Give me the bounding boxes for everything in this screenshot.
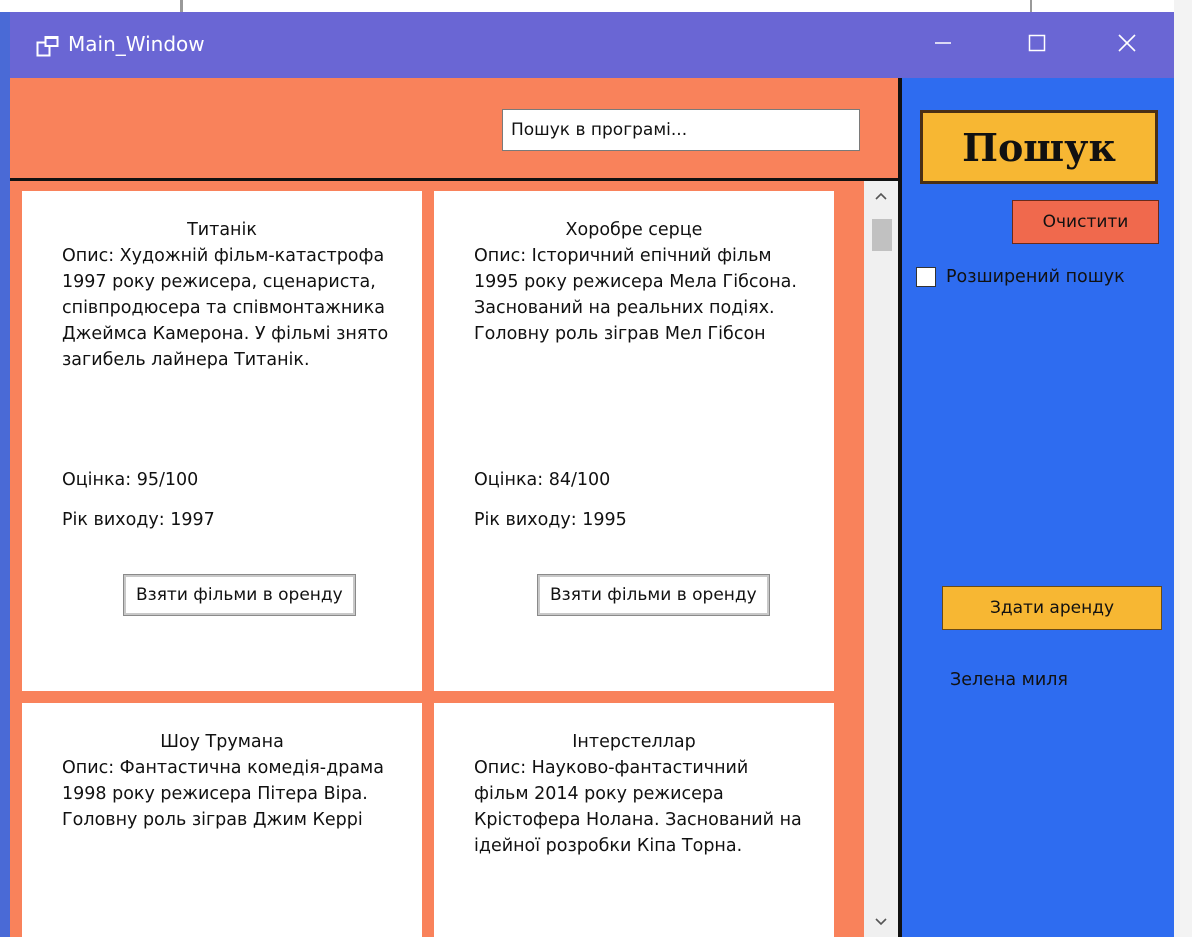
title-bar[interactable]: Main_Window	[10, 12, 1174, 78]
film-rating: Оцінка: 95/100	[62, 470, 199, 490]
film-title: Інтерстеллар	[572, 732, 696, 752]
minimize-icon	[933, 33, 953, 57]
background-divider	[180, 0, 183, 12]
window-restore-icon	[36, 34, 60, 58]
scroll-down-button[interactable]	[864, 907, 898, 935]
main-window: Main_Window Пошук в програмі... Титанік …	[10, 12, 1174, 937]
film-card-braveheart: Хоробре серце Опис: Історичний епічний ф…	[434, 191, 834, 691]
search-input[interactable]	[502, 109, 860, 151]
control-panel: Пошук Очистити Розширений пошук Здати ар…	[902, 78, 1174, 937]
close-icon	[1116, 32, 1138, 58]
film-description: Опис: Науково-фантастичний фільм 2014 ро…	[474, 758, 802, 856]
film-description: Опис: Художній фільм-катастрофа 1997 рок…	[62, 246, 389, 370]
background-window-edge	[1174, 0, 1192, 937]
advanced-search-row[interactable]: Розширений пошук	[916, 264, 1125, 290]
minimize-button[interactable]	[896, 12, 990, 78]
film-card-truman-show: Шоу Трумана Опис: Фантастична комедія-др…	[22, 703, 422, 937]
advanced-search-label: Розширений пошук	[946, 267, 1125, 287]
film-card-interstellar: Інтерстеллар Опис: Науково-фантастичний …	[434, 703, 834, 937]
maximize-button[interactable]	[990, 12, 1084, 78]
screen: Main_Window Пошук в програмі... Титанік …	[0, 0, 1192, 937]
background-window-edge	[0, 12, 10, 937]
film-list-scrollbar[interactable]	[864, 181, 898, 937]
film-year: Рік виходу: 1995	[474, 510, 627, 530]
film-description: Опис: Історичний епічний фільм 1995 року…	[474, 246, 797, 344]
window-title: Main_Window	[68, 32, 205, 56]
film-title: Титанік	[187, 220, 257, 240]
chevron-down-icon	[874, 912, 888, 931]
maximize-icon	[1027, 33, 1047, 57]
film-list[interactable]: Титанік Опис: Художній фільм-катастрофа …	[10, 181, 864, 937]
films-panel: Титанік Опис: Художній фільм-катастрофа …	[10, 78, 898, 937]
film-rating: Оцінка: 84/100	[474, 470, 611, 490]
clear-button[interactable]: Очистити	[1012, 200, 1159, 244]
scroll-up-button[interactable]	[864, 181, 898, 209]
background-divider	[1030, 0, 1032, 12]
film-card-titanic: Титанік Опис: Художній фільм-катастрофа …	[22, 191, 422, 691]
return-rental-button[interactable]: Здати аренду	[942, 586, 1162, 630]
scroll-thumb[interactable]	[872, 219, 892, 251]
film-title: Шоу Трумана	[160, 732, 284, 752]
advanced-search-checkbox[interactable]	[916, 267, 936, 287]
film-title: Хоробре серце	[565, 220, 703, 240]
search-header	[10, 78, 898, 178]
rent-button[interactable]: Взяти фільми в оренду	[123, 574, 356, 616]
search-button[interactable]: Пошук	[920, 110, 1158, 184]
rented-film-label: Зелена миля	[950, 670, 1068, 690]
close-button[interactable]	[1080, 12, 1174, 78]
rent-button[interactable]: Взяти фільми в оренду	[537, 574, 770, 616]
chevron-up-icon	[874, 186, 888, 205]
film-year: Рік виходу: 1997	[62, 510, 215, 530]
film-description: Опис: Фантастична комедія-драма 1998 рок…	[62, 758, 384, 830]
